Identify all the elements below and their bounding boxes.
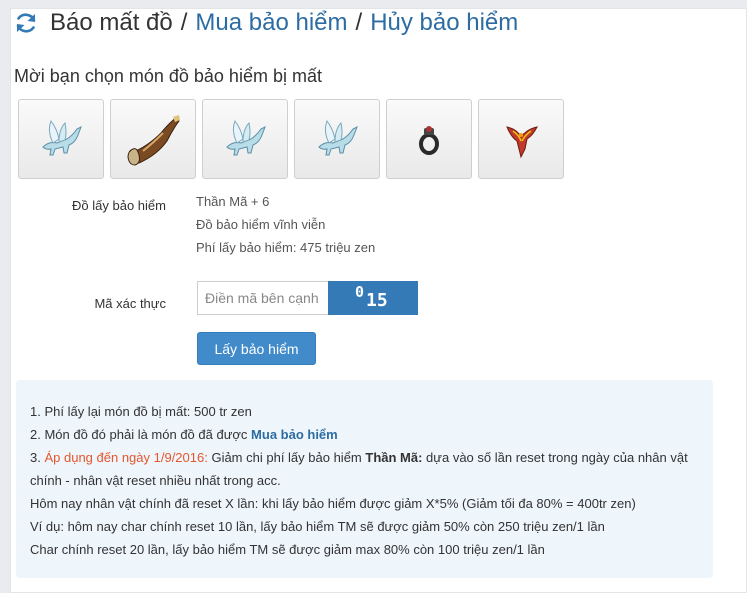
page-title: Báo mất đồ / Mua bảo hiểm / Hủy bảo hiểm: [14, 8, 518, 38]
item-slot-phoenix[interactable]: [478, 99, 564, 179]
promo-date-text: Áp dụng đến ngày 1/9/2016:: [44, 450, 208, 465]
selected-item-info: Thần Mã + 6 Đồ bảo hiểm vĩnh viễn Phí lấ…: [196, 190, 375, 259]
item-list: [18, 99, 564, 179]
note-line: 1. Phí lấy lại món đồ bị mất: 500 tr zen: [30, 404, 252, 419]
breadcrumb-separator: /: [180, 9, 188, 36]
buy-insurance-link[interactable]: Mua bảo hiểm: [195, 9, 347, 37]
pegasus-icon: [226, 119, 266, 156]
item-slot-horn[interactable]: [110, 99, 196, 179]
note-line: 2. Món đồ đó phải là món đồ đã được Mua …: [30, 423, 699, 446]
item-slot-pegasus[interactable]: [202, 99, 288, 179]
note-line: Char chính reset 20 lần, lấy bảo hiểm TM…: [30, 542, 545, 557]
selected-item-label: Đồ lấy bảo hiểm: [72, 198, 166, 213]
phoenix-icon: [506, 126, 538, 159]
item-select-prompt: Mời bạn chọn món đồ bảo hiểm bị mất: [14, 66, 322, 86]
note-text: 2. Món đồ đó phải là món đồ đã được: [30, 427, 252, 442]
item-slot-pegasus[interactable]: [18, 99, 104, 179]
pegasus-icon: [318, 119, 358, 156]
cancel-insurance-link[interactable]: Hủy bảo hiểm: [370, 9, 518, 37]
captcha-input[interactable]: [197, 281, 328, 315]
title-text: Báo mất đồ: [50, 9, 173, 36]
item-insurance-type: Đồ bảo hiểm vĩnh viễn: [196, 217, 326, 232]
refresh-icon[interactable]: [14, 11, 38, 35]
note-text: 3.: [30, 450, 45, 465]
item-slot-pegasus[interactable]: [294, 99, 380, 179]
captcha-char: 0: [355, 283, 365, 301]
item-fee: Phí lấy bảo hiểm: 475 triệu zen: [196, 240, 376, 255]
item-slot-ring[interactable]: [386, 99, 472, 179]
buy-insurance-note-link[interactable]: Mua bảo hiểm: [251, 427, 338, 442]
item-name-bold: Thần Mã:: [365, 450, 423, 465]
get-insurance-button[interactable]: Lấy bảo hiểm: [197, 332, 316, 365]
ring-icon: [419, 126, 439, 155]
captcha-label: Mã xác thực: [94, 296, 166, 311]
captcha-image[interactable]: 0 15: [328, 281, 418, 315]
info-note: 1. Phí lấy lại món đồ bị mất: 500 tr zen…: [16, 380, 713, 578]
note-line: Ví dụ: hôm nay char chính reset 10 lần, …: [30, 519, 605, 534]
pegasus-icon: [42, 119, 82, 156]
note-line: 3. Áp dụng đến ngày 1/9/2016: Giảm chi p…: [30, 446, 699, 492]
horn-icon: [127, 115, 180, 166]
item-name: Thần Mã + 6: [196, 194, 270, 209]
captcha-char: 15: [366, 290, 388, 311]
note-line: Hôm nay nhân vật chính đã reset X lần: k…: [30, 496, 636, 511]
breadcrumb-separator: /: [355, 9, 363, 36]
note-text: Giảm chi phí lấy bảo hiểm: [207, 450, 366, 465]
